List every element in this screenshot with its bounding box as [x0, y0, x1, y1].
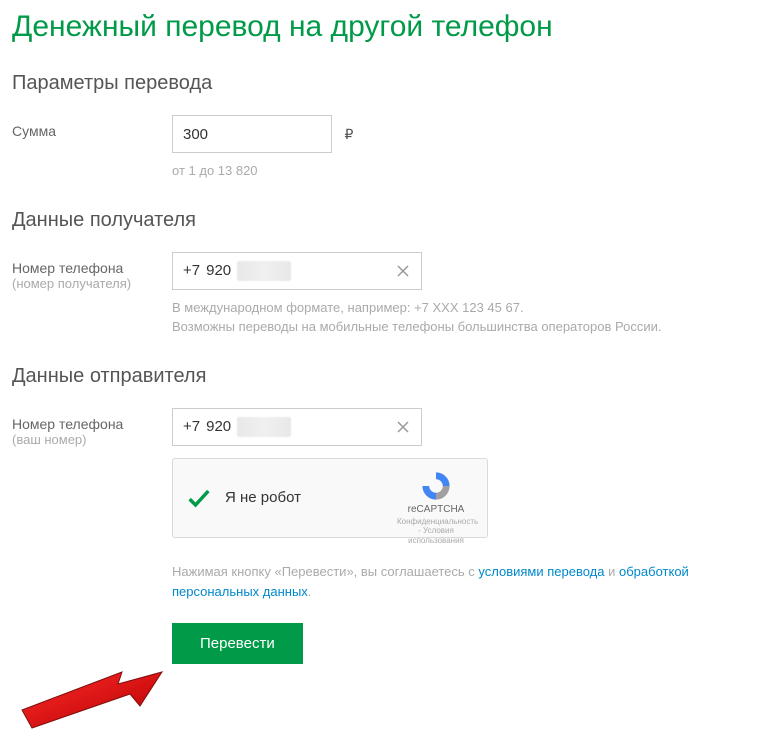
captcha-brand: reCAPTCHA — [397, 504, 475, 515]
phone-code: 920 — [206, 262, 231, 279]
clear-icon[interactable] — [395, 263, 411, 279]
phone-masked — [237, 417, 291, 437]
recipient-phone-input[interactable]: +7 920 — [172, 252, 422, 290]
phone-prefix: +7 — [183, 262, 200, 279]
submit-button[interactable]: Перевести — [172, 623, 303, 664]
sender-phone-input[interactable]: +7 920 — [172, 408, 422, 446]
section-params-heading: Параметры перевода — [12, 72, 751, 95]
captcha-label: Я не робот — [225, 489, 301, 506]
recipient-hint-2: Возможны переводы на мобильные телефоны … — [172, 317, 751, 337]
phone-code: 920 — [206, 418, 231, 435]
amount-hint: от 1 до 13 820 — [172, 161, 751, 181]
consent-text: Нажимая кнопку «Перевести», вы соглашает… — [172, 562, 712, 604]
page-title: Денежный перевод на другой телефон — [12, 10, 751, 44]
section-sender-heading: Данные отправителя — [12, 365, 751, 388]
sender-phone-label: Номер телефона — [12, 416, 172, 432]
amount-input[interactable] — [172, 115, 332, 153]
checkmark-icon — [185, 484, 213, 512]
recipient-hint-1: В международном формате, например: +7 XX… — [172, 298, 751, 318]
amount-label: Сумма — [12, 123, 172, 139]
phone-prefix: +7 — [183, 418, 200, 435]
recaptcha-widget[interactable]: Я не робот reCAPTCHA Конфиденциальность … — [172, 458, 488, 538]
captcha-terms: Конфиденциальность - Условия использован… — [397, 517, 475, 546]
sender-phone-sublabel: (ваш номер) — [12, 432, 172, 447]
section-recipient-heading: Данные получателя — [12, 209, 751, 232]
recaptcha-logo: reCAPTCHA Конфиденциальность - Условия и… — [397, 469, 475, 546]
currency-symbol: ₽ — [344, 126, 353, 143]
clear-icon[interactable] — [395, 419, 411, 435]
recipient-phone-sublabel: (номер получателя) — [12, 276, 172, 291]
phone-masked — [237, 261, 291, 281]
recipient-phone-label: Номер телефона — [12, 260, 172, 276]
terms-link[interactable]: условиями перевода — [478, 564, 604, 579]
